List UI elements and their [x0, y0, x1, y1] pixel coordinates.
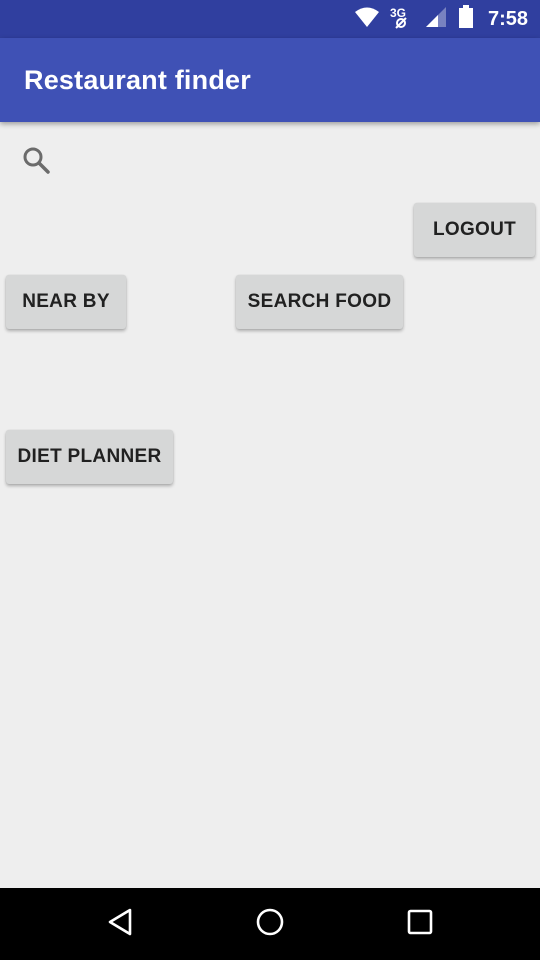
battery-icon: [458, 4, 474, 34]
home-button[interactable]: [230, 888, 310, 960]
signal-icon: [424, 6, 448, 33]
status-bar: 3G 7:58: [0, 0, 540, 38]
navigation-bar: [0, 888, 540, 960]
back-button[interactable]: [80, 888, 160, 960]
status-icons: 3G 7:58: [354, 0, 528, 38]
home-icon: [255, 907, 285, 942]
search-button[interactable]: [14, 140, 58, 184]
back-icon: [106, 907, 134, 942]
wifi-icon: [354, 6, 380, 33]
main-content: LOGOUT NEAR BY SEARCH FOOD DIET PLANNER: [0, 122, 540, 888]
recent-apps-button[interactable]: [380, 888, 460, 960]
app-title: Restaurant finder: [24, 65, 251, 95]
status-time: 7:58: [487, 7, 528, 30]
diet-planner-button[interactable]: DIET PLANNER: [6, 430, 173, 484]
search-icon: [22, 146, 50, 179]
network-3g-icon: 3G: [390, 6, 414, 32]
near-by-button[interactable]: NEAR BY: [6, 275, 126, 329]
logout-button[interactable]: LOGOUT: [414, 203, 535, 257]
recent-apps-icon: [406, 908, 434, 941]
search-food-button[interactable]: SEARCH FOOD: [236, 275, 403, 329]
app-bar: Restaurant finder: [0, 38, 540, 122]
